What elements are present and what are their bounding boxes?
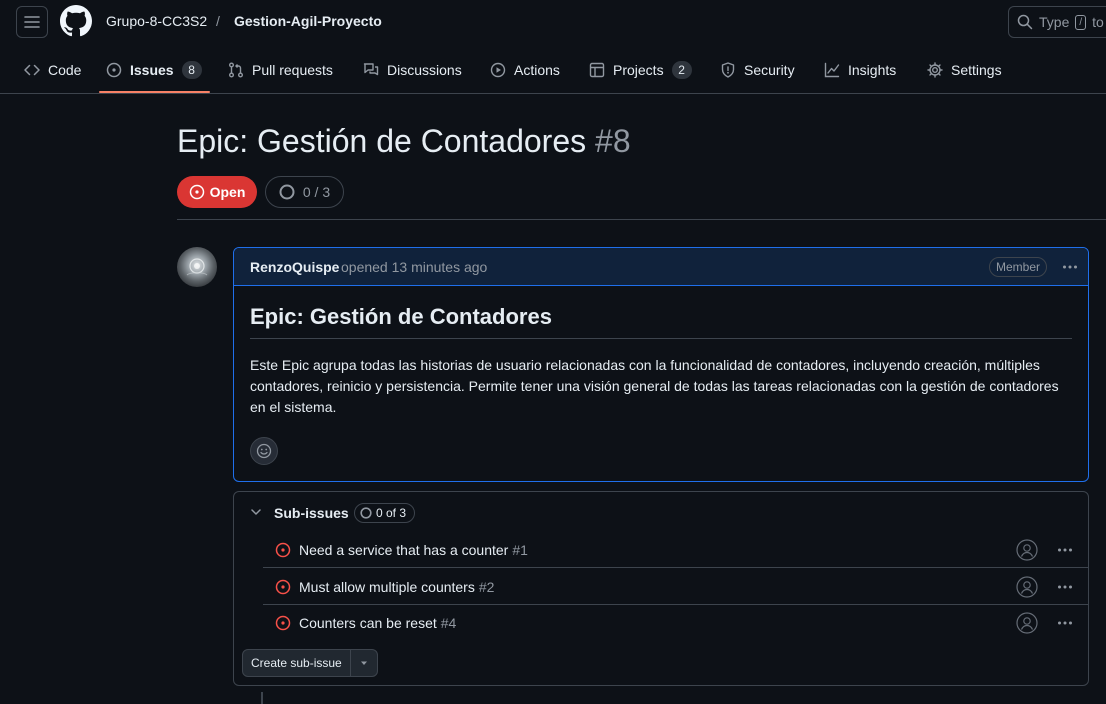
timeline-connector [261, 692, 263, 704]
person-icon[interactable] [1016, 576, 1038, 598]
avatar[interactable] [177, 247, 217, 287]
git-pull-request-icon [229, 62, 243, 78]
hamburger-icon [24, 16, 40, 28]
progress-circle-icon [279, 184, 295, 200]
comment-discussion-icon [363, 63, 379, 76]
list-item[interactable]: Need a service that has a counter #1 [263, 532, 1089, 568]
tab-actions-label: Actions [514, 62, 560, 78]
code-icon [24, 64, 40, 76]
kebab-horizontal-icon [1058, 621, 1072, 625]
issue-comment: RenzoQuispe opened 13 minutes ago Member… [233, 247, 1089, 482]
kebab-horizontal-icon [1058, 548, 1072, 552]
selected-tab-underline [99, 91, 210, 93]
github-logo-icon[interactable] [60, 5, 92, 37]
chevron-down-icon[interactable] [250, 506, 262, 518]
add-reaction-button[interactable] [250, 437, 278, 465]
sub-issue-number: #4 [440, 615, 457, 631]
search-shortcut-key: / [1075, 14, 1087, 30]
progress-circle-icon [360, 507, 372, 519]
tab-insights-label: Insights [848, 62, 897, 78]
search-input[interactable]: Type / to [1008, 6, 1106, 38]
comment-body: Epic: Gestión de Contadores Este Epic ag… [234, 286, 1088, 465]
sub-issues-title: Sub-issues [274, 505, 349, 521]
app-header: Grupo-8-CC3S2 / Gestion-Agil-Proyecto Ty… [0, 0, 1106, 45]
breadcrumb-separator: / [216, 13, 220, 29]
issue-state-label: Open [209, 184, 246, 200]
list-item[interactable]: Counters can be reset #4 [263, 605, 1089, 641]
tab-issues[interactable]: Issues 8 [106, 58, 202, 82]
title-divider [177, 219, 1106, 220]
tab-security[interactable]: Security [720, 58, 795, 82]
comment-header: RenzoQuispe opened 13 minutes ago Member [234, 248, 1088, 286]
issue-opened-icon [275, 615, 291, 631]
sub-issues-header[interactable]: Sub-issues 0 of 3 [234, 492, 1088, 532]
search-placeholder: Type [1039, 14, 1070, 30]
menu-button[interactable] [16, 6, 48, 38]
tab-code[interactable]: Code [24, 58, 81, 82]
issue-title: Epic: Gestión de Contadores #8 [177, 121, 631, 161]
sub-issue-options-button[interactable] [1053, 611, 1077, 635]
create-sub-issue-dropdown[interactable] [351, 650, 377, 676]
sub-issues-count-label: 0 of 3 [376, 506, 407, 520]
issue-opened-icon [275, 579, 291, 594]
person-icon[interactable] [1016, 612, 1038, 634]
tab-pull-requests-label: Pull requests [252, 62, 333, 78]
search-placeholder-suffix: to [1092, 14, 1104, 30]
sub-issues-progress-badge[interactable]: 0 / 3 [265, 176, 344, 208]
kebab-horizontal-icon [1058, 585, 1072, 589]
list-item[interactable]: Must allow multiple counters #2 [263, 569, 1089, 605]
comment-options-button[interactable] [1058, 255, 1082, 279]
repo-nav: Code Issues 8 Pull requests Discussions … [0, 48, 1106, 94]
tab-settings-label: Settings [951, 62, 1002, 78]
kebab-horizontal-icon [1063, 265, 1077, 269]
create-sub-issue-button-group: Create sub-issue [242, 649, 378, 677]
tab-pull-requests[interactable]: Pull requests [228, 58, 333, 82]
tab-insights[interactable]: Insights [824, 58, 896, 82]
issue-opened-icon [106, 62, 122, 78]
sub-issue-options-button[interactable] [1053, 538, 1077, 562]
comment-text: Este Epic agrupa todas las historias de … [250, 357, 1059, 415]
issue-opened-icon [189, 184, 204, 200]
create-sub-issue-button[interactable]: Create sub-issue [243, 650, 351, 676]
tab-code-label: Code [48, 62, 82, 78]
sub-issue-title[interactable]: Counters can be reset [299, 615, 437, 631]
table-icon [589, 62, 605, 78]
search-icon [1017, 14, 1033, 30]
sub-issue-title[interactable]: Need a service that has a counter [299, 542, 508, 558]
graph-icon [824, 62, 840, 78]
smiley-icon [256, 443, 272, 459]
comment-heading: Epic: Gestión de Contadores [250, 302, 1072, 339]
tab-issues-label: Issues [130, 62, 174, 78]
shield-icon [721, 62, 735, 78]
issue-number: #8 [595, 123, 631, 159]
sub-issues-count-badge: 0 of 3 [354, 503, 416, 523]
comment-author[interactable]: RenzoQuispe [250, 259, 339, 275]
tab-actions[interactable]: Actions [490, 58, 560, 82]
sub-issue-number: #2 [478, 578, 495, 595]
sub-issues-panel: Sub-issues 0 of 3 Need a service that ha… [233, 491, 1089, 686]
breadcrumb-owner[interactable]: Grupo-8-CC3S2 [106, 13, 207, 29]
member-badge: Member [989, 257, 1048, 277]
tab-projects[interactable]: Projects 2 [589, 58, 692, 82]
tab-settings[interactable]: Settings [927, 58, 1002, 82]
play-icon [490, 62, 506, 78]
issue-title-text: Epic: Gestión de Contadores [177, 123, 587, 159]
issue-opened-icon [275, 542, 291, 557]
sub-issue-title[interactable]: Must allow multiple counters [299, 579, 475, 595]
breadcrumb-repo[interactable]: Gestion-Agil-Proyecto [234, 13, 382, 29]
gear-icon [927, 62, 943, 78]
issues-count: 8 [181, 61, 202, 79]
comment-timestamp: opened 13 minutes ago [341, 259, 488, 275]
tab-discussions[interactable]: Discussions [363, 58, 462, 82]
projects-count: 2 [671, 61, 692, 79]
sub-issue-number: #1 [512, 541, 528, 558]
person-icon[interactable] [1016, 539, 1038, 561]
issue-state-badge: Open [177, 176, 257, 208]
tab-security-label: Security [744, 62, 795, 78]
sub-issue-options-button[interactable] [1053, 575, 1077, 599]
tab-projects-label: Projects [613, 62, 664, 78]
triangle-down-icon [360, 661, 367, 665]
sub-issues-progress-label: 0 / 3 [302, 184, 331, 200]
tab-discussions-label: Discussions [387, 62, 462, 78]
